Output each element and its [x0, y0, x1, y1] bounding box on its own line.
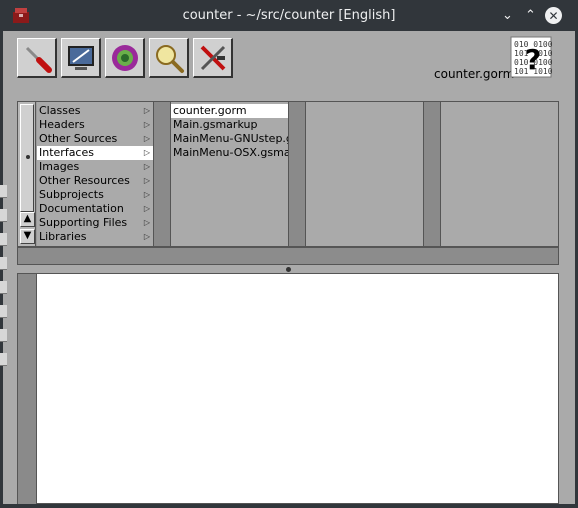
- branch-arrow-icon: ▷: [143, 106, 150, 115]
- empty-column: [441, 102, 558, 246]
- branch-arrow-icon: ▷: [143, 162, 150, 171]
- scroll-up-button[interactable]: ▲: [20, 212, 35, 227]
- knob-grip-icon: [26, 155, 30, 159]
- category-item[interactable]: Classes ▷: [37, 104, 153, 118]
- file-column: counter.gorm Main.gsmarkup MainMenu-GNUs…: [171, 102, 288, 246]
- column-separator: [153, 102, 171, 246]
- background-window-edge: [0, 185, 7, 385]
- screwdriver-icon: [25, 46, 52, 73]
- category-item[interactable]: Subprojects ▷: [37, 188, 153, 202]
- category-item[interactable]: Other Sources ▷: [37, 132, 153, 146]
- branch-arrow-icon: ▷: [143, 218, 150, 227]
- editor-scroller[interactable]: [18, 274, 37, 504]
- column-separator: [288, 102, 306, 246]
- monitor-icon: [67, 45, 94, 70]
- maximize-button[interactable]: ⌃: [522, 7, 539, 24]
- window-title: counter - ~/src/counter [English]: [182, 8, 396, 23]
- editor-pane[interactable]: [17, 273, 559, 504]
- help-icon[interactable]: 010 0100 101 1010 010 0100 101 1010 ?: [510, 36, 552, 78]
- scroll-down-button[interactable]: ▼: [20, 229, 35, 244]
- branch-arrow-icon: ▷: [143, 134, 150, 143]
- minimize-icon: ⌄: [502, 8, 513, 23]
- column-separator: [423, 102, 441, 246]
- category-item[interactable]: Images ▷: [37, 160, 153, 174]
- magnifier-icon: [155, 44, 184, 73]
- close-icon: ✕: [548, 8, 559, 23]
- category-item[interactable]: Documentation ▷: [37, 202, 153, 216]
- branch-arrow-icon: ▷: [143, 232, 150, 241]
- split-handle-icon[interactable]: [286, 267, 291, 272]
- scroll-knob[interactable]: [20, 104, 34, 212]
- title-bar[interactable]: counter - ~/src/counter [English] ⌄ ⌃ ✕: [0, 0, 578, 31]
- category-item[interactable]: Other Resources ▷: [37, 174, 153, 188]
- loaded-files-tool-button[interactable]: [105, 38, 145, 78]
- document-label: counter.gorm: [434, 67, 515, 81]
- run-tool-button[interactable]: [61, 38, 101, 78]
- branch-arrow-icon: ▷: [143, 176, 150, 185]
- category-item-selected[interactable]: Interfaces ▷: [37, 146, 153, 160]
- branch-arrow-icon: ▷: [143, 120, 150, 129]
- category-item[interactable]: Supporting Files ▷: [37, 216, 153, 230]
- close-button[interactable]: ✕: [545, 7, 562, 24]
- branch-arrow-icon: ▷: [143, 204, 150, 213]
- file-item[interactable]: MainMenu-GNUstep.gsmarkup: [171, 132, 288, 146]
- file-item[interactable]: Main.gsmarkup: [171, 118, 288, 132]
- tools-icon: [200, 45, 225, 70]
- browser-status-strip: [17, 247, 559, 265]
- branch-arrow-icon: ▷: [143, 190, 150, 199]
- empty-column: [306, 102, 423, 246]
- minimize-button[interactable]: ⌄: [499, 7, 516, 24]
- svg-text:?: ?: [525, 43, 541, 76]
- category-column: Classes ▷ Headers ▷ Other Sources ▷ Interfa…: [37, 102, 153, 246]
- file-item[interactable]: MainMenu-OSX.gsmarkup: [171, 146, 288, 160]
- maximize-icon: ⌃: [525, 8, 536, 23]
- bundle-icon: [111, 44, 138, 71]
- branch-arrow-icon: ▷: [143, 148, 150, 157]
- build-tool-button[interactable]: [17, 38, 57, 78]
- category-item[interactable]: Libraries ▷: [37, 230, 153, 244]
- find-tool-button[interactable]: [149, 38, 189, 78]
- category-item[interactable]: Headers ▷: [37, 118, 153, 132]
- up-arrow-icon: ▲: [23, 213, 32, 224]
- launch-tool-button[interactable]: [193, 38, 233, 78]
- file-item-selected[interactable]: counter.gorm: [171, 104, 288, 118]
- down-arrow-icon: ▼: [23, 230, 32, 241]
